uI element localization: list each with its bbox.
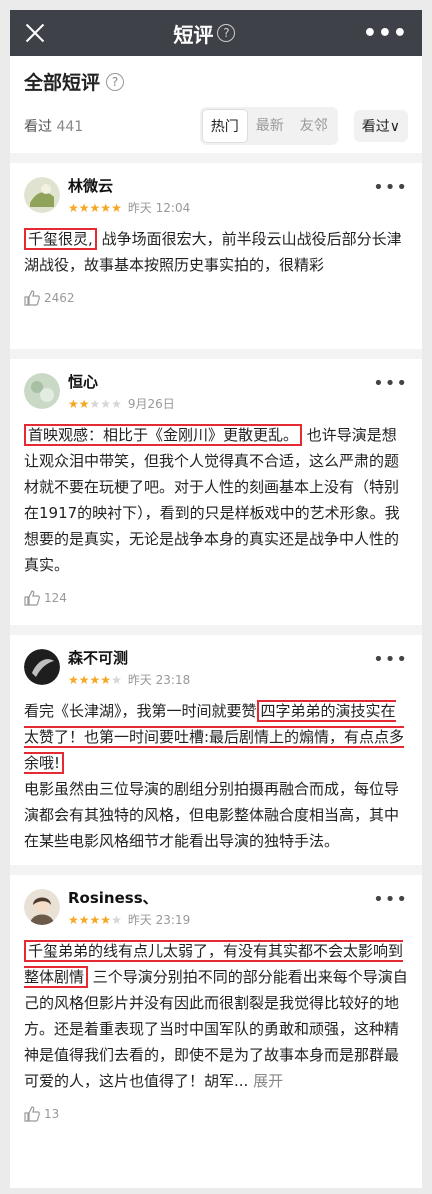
review-item: 恒心 ★★★★★ 9月26日 ••• 首映观感：相比于《金刚川》更散更乱。 也许… [10,359,422,625]
like-count: 2462 [44,291,75,305]
review-meta: ★★★★★ 昨天 23:18 [68,671,190,688]
reviewer-name[interactable]: Rosiness、 [68,887,190,908]
star-icon: ★ [89,672,101,687]
star-icon: ★ [68,912,79,927]
star-icon: ★ [89,912,101,927]
star-icon: ★ [78,912,90,927]
section-help-icon[interactable]: ? [106,72,125,91]
review-time: 昨天 23:18 [127,673,191,687]
divider [10,349,422,359]
app-frame: 短评 ? ••• 全部短评 ? 看过 441 热门 最新 友邻 看过∨ 林微云 … [10,10,422,1188]
review-header: 森不可测 ★★★★★ 昨天 23:18 [24,635,408,688]
avatar[interactable] [24,373,60,409]
expand-link[interactable]: 展开 [253,1072,283,1090]
star-icon: ★ [68,396,79,411]
filter-bar: 看过 441 热门 最新 友邻 看过∨ [10,107,422,145]
star-icon: ★ [89,396,101,411]
star-rating: ★★★★★ [68,201,122,215]
watched-filter-dropdown[interactable]: 看过∨ [353,110,408,142]
more-options-icon[interactable]: ••• [363,21,408,46]
review-text-body: 也许导演是想让观众泪中带笑，但我个人觉得真不合适，这么严肃的题材就不要在玩梗了吧… [24,426,400,574]
review-item: 林微云 ★★★★★ 昨天 12:04 ••• 千玺很灵, 战争场面很宏大，前半段… [10,163,422,349]
review-text: 千玺弟弟的线有点儿太弱了，有没有其实都不会太影响到整体剧情 三个导演分别拍不同的… [24,938,408,1094]
review-text-body: 电影虽然由三位导演的剧组分别拍摄再融合而成，每位导演都会有其独特的风格，但电影整… [24,780,400,850]
tab-friends[interactable]: 友邻 [292,109,336,143]
seen-number: 441 [56,119,84,135]
review-more-icon[interactable]: ••• [373,177,408,198]
sort-tabs: 热门 最新 友邻 [199,107,338,145]
tab-hot[interactable]: 热门 [201,109,248,143]
reviewer-name[interactable]: 林微云 [68,175,190,196]
star-icon: ★ [111,672,122,687]
help-icon[interactable]: ? [217,24,236,42]
review-time: 昨天 23:19 [127,913,191,927]
star-rating: ★★★★★ [68,673,122,687]
review-meta: ★★★★★ 昨天 23:19 [68,911,190,928]
star-icon: ★ [111,200,122,215]
page-title-text: 短评 [173,22,214,47]
close-icon[interactable] [24,22,46,44]
review-text: 首映观感：相比于《金刚川》更散更乱。 也许导演是想让观众泪中带笑，但我个人觉得真… [24,422,408,578]
review-more-icon[interactable]: ••• [373,889,408,910]
reviewer-name[interactable]: 恒心 [68,371,175,392]
review-item: 森不可测 ★★★★★ 昨天 23:18 ••• 看完《长津湖》，我第一时间就要赞… [10,635,422,865]
star-icon: ★ [68,200,79,215]
review-time: 9月26日 [127,397,175,411]
reviewer-name[interactable]: 森不可测 [68,647,190,668]
seen-count: 看过 441 [24,116,200,136]
review-meta: ★★★★★ 昨天 12:04 [68,199,190,216]
like-count: 13 [44,1107,60,1121]
review-text: 千玺很灵, 战争场面很宏大，前半段云山战役后部分长津湖战役，故事基本按照历史事实… [24,226,408,278]
thumbs-up-icon [24,590,40,606]
seen-label: 看过 [24,119,52,135]
divider [10,865,422,875]
star-icon: ★ [100,200,112,215]
star-rating: ★★★★★ [68,397,122,411]
highlight-box: 千玺很灵, [24,228,97,250]
star-icon: ★ [111,396,122,411]
star-icon: ★ [100,396,112,411]
star-icon: ★ [68,672,79,687]
divider [10,153,422,163]
review-more-icon[interactable]: ••• [373,649,408,670]
section-title: 全部短评 [24,72,101,94]
review-header: 恒心 ★★★★★ 9月26日 [24,359,408,412]
review-more-icon[interactable]: ••• [373,373,408,394]
avatar[interactable] [24,889,60,925]
review-header: 林微云 ★★★★★ 昨天 12:04 [24,163,408,216]
star-icon: ★ [100,912,112,927]
avatar[interactable] [24,177,60,213]
thumbs-up-icon [24,290,40,306]
thumbs-up-icon [24,1106,40,1122]
like-button[interactable]: 13 [24,1106,408,1122]
page-title: 短评 ? [173,19,236,48]
review-item: Rosiness、 ★★★★★ 昨天 23:19 ••• 千玺弟弟的线有点儿太弱… [10,875,422,1122]
avatar[interactable] [24,649,60,685]
star-icon: ★ [111,912,122,927]
star-icon: ★ [78,396,90,411]
star-rating: ★★★★★ [68,913,122,927]
like-count: 124 [44,591,67,605]
star-icon: ★ [100,672,112,687]
star-icon: ★ [78,200,90,215]
like-button[interactable]: 2462 [24,290,408,306]
star-icon: ★ [78,672,90,687]
section-header: 全部短评 ? [10,56,422,95]
review-text-intro: 看完《长津湖》，我第一时间就要赞 [24,702,257,720]
star-icon: ★ [89,200,101,215]
highlight-box: 首映观感：相比于《金刚川》更散更乱。 [24,424,303,446]
like-button[interactable]: 124 [24,590,408,606]
review-time: 昨天 12:04 [127,201,191,215]
tab-latest[interactable]: 最新 [248,109,292,143]
divider [10,625,422,635]
review-meta: ★★★★★ 9月26日 [68,395,175,412]
review-text: 看完《长津湖》，我第一时间就要赞 四字弟弟的演技实在太赞了！也第一时间要吐槽:最后… [24,698,408,854]
top-bar: 短评 ? ••• [10,10,422,56]
review-header: Rosiness、 ★★★★★ 昨天 23:19 [24,875,408,928]
